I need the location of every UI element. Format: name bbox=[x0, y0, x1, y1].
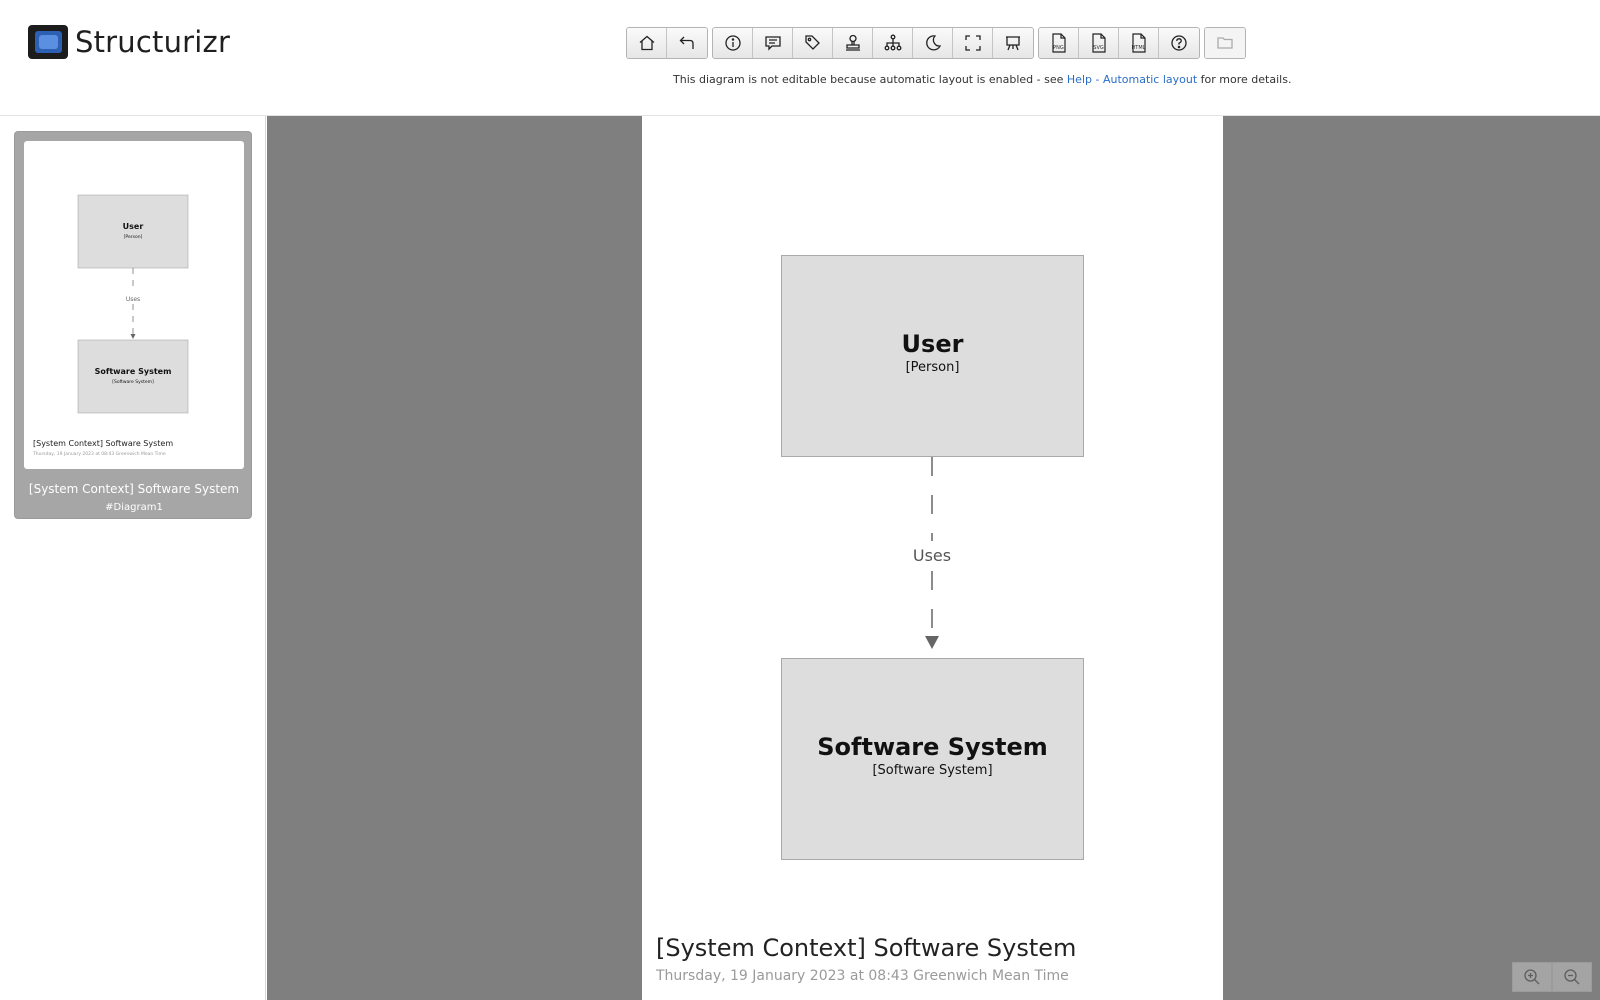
info-button[interactable] bbox=[713, 28, 753, 58]
fullscreen-icon bbox=[964, 35, 981, 51]
help-automatic-layout-link[interactable]: Help - Automatic layout bbox=[1067, 73, 1197, 86]
svg-export-icon: SVG bbox=[1088, 32, 1110, 54]
thumb-system-name: Software System bbox=[95, 367, 172, 376]
thumb-diagram-date: Thursday, 19 January 2023 at 08:43 Green… bbox=[32, 451, 166, 457]
software-system-element-type: [Software System] bbox=[872, 763, 993, 778]
relationship-arrowhead bbox=[925, 636, 939, 649]
comment-button[interactable] bbox=[753, 28, 793, 58]
back-icon bbox=[679, 36, 694, 49]
hierarchy-icon bbox=[884, 34, 901, 51]
notice-suffix: for more details. bbox=[1197, 73, 1292, 86]
toolbar: PNG SVG HTML bbox=[626, 27, 1250, 59]
export-png-button[interactable]: PNG bbox=[1039, 28, 1079, 58]
thumb-user-box bbox=[77, 194, 189, 269]
presentation-icon bbox=[1006, 36, 1020, 51]
moon-icon bbox=[925, 35, 941, 51]
thumb-diagram-title: [System Context] Software System bbox=[33, 439, 173, 448]
toolbar-group-export: PNG SVG HTML bbox=[1038, 27, 1200, 59]
thumb-user-type: [Person] bbox=[124, 234, 143, 240]
user-element[interactable]: User [Person] bbox=[781, 255, 1084, 457]
help-icon bbox=[1171, 35, 1187, 51]
diagram-canvas[interactable]: User [Person] Uses Software System [Soft… bbox=[267, 116, 1600, 1000]
export-html-button[interactable]: HTML bbox=[1119, 28, 1159, 58]
help-button[interactable] bbox=[1159, 28, 1199, 58]
user-element-name: User bbox=[901, 330, 964, 358]
dark-mode-button[interactable] bbox=[913, 28, 953, 58]
diagram-list-sidebar: User [Person] Uses Software System [Soft… bbox=[0, 116, 266, 1000]
user-element-type: [Person] bbox=[905, 360, 960, 375]
tags-button[interactable] bbox=[793, 28, 833, 58]
diagram-date: Thursday, 19 January 2023 at 08:43 Green… bbox=[656, 968, 1069, 984]
thumb-relationship-arrowhead bbox=[130, 334, 136, 339]
tags-icon bbox=[804, 35, 820, 50]
presentation-button[interactable] bbox=[993, 28, 1033, 58]
thumbnail-diagram: User [Person] Uses Software System [Soft… bbox=[32, 194, 189, 457]
brand[interactable]: Structurizr bbox=[28, 25, 230, 59]
fullscreen-button[interactable] bbox=[953, 28, 993, 58]
zoom-out-icon bbox=[1564, 969, 1580, 985]
app-name: Structurizr bbox=[75, 25, 231, 59]
thumb-system-box bbox=[77, 339, 189, 414]
notice-prefix: This diagram is not editable because aut… bbox=[673, 73, 1067, 86]
thumb-relationship-label: Uses bbox=[126, 296, 140, 303]
toolbar-group-file bbox=[1204, 27, 1246, 59]
diagram-thumbnail-title: [System Context] Software System bbox=[28, 482, 240, 496]
relationship-label: Uses bbox=[892, 541, 972, 571]
diagram-thumbnail-key: #Diagram1 bbox=[105, 502, 163, 513]
diagram-title: [System Context] Software System bbox=[656, 934, 1077, 962]
stamp-button[interactable] bbox=[833, 28, 873, 58]
thumb-user-name: User bbox=[123, 222, 144, 231]
zoom-out-button[interactable] bbox=[1552, 962, 1592, 992]
folder-icon bbox=[1217, 37, 1233, 49]
structurizr-logo-icon bbox=[28, 25, 68, 59]
export-svg-button[interactable]: SVG bbox=[1079, 28, 1119, 58]
back-button[interactable] bbox=[667, 28, 707, 58]
diagram-page: User [Person] Uses Software System [Soft… bbox=[642, 116, 1223, 1000]
zoom-in-button[interactable] bbox=[1512, 962, 1552, 992]
diagram-thumbnail-card[interactable]: User [Person] Uses Software System [Soft… bbox=[14, 131, 252, 519]
stamp-icon bbox=[845, 34, 860, 51]
html-export-icon: HTML bbox=[1128, 32, 1150, 54]
thumb-system-type: [Software System] bbox=[112, 379, 154, 385]
info-icon bbox=[724, 35, 741, 51]
comment-icon bbox=[764, 36, 781, 51]
software-system-element-name: Software System bbox=[817, 733, 1048, 761]
toolbar-group-navigation bbox=[626, 27, 708, 59]
toolbar-group-view bbox=[712, 27, 1034, 59]
home-icon bbox=[639, 35, 654, 51]
hierarchy-button[interactable] bbox=[873, 28, 913, 58]
zoom-controls bbox=[1512, 962, 1592, 992]
home-button[interactable] bbox=[627, 28, 667, 58]
diagram-thumbnail-preview: User [Person] Uses Software System [Soft… bbox=[24, 141, 244, 469]
header: Structurizr PNG SVG HTML This diagram is… bbox=[0, 0, 1600, 116]
software-system-element[interactable]: Software System [Software System] bbox=[781, 658, 1084, 860]
png-export-icon: PNG bbox=[1048, 32, 1070, 54]
open-folder-button bbox=[1205, 28, 1245, 58]
auto-layout-notice: This diagram is not editable because aut… bbox=[0, 73, 1600, 86]
zoom-in-icon bbox=[1524, 969, 1540, 985]
